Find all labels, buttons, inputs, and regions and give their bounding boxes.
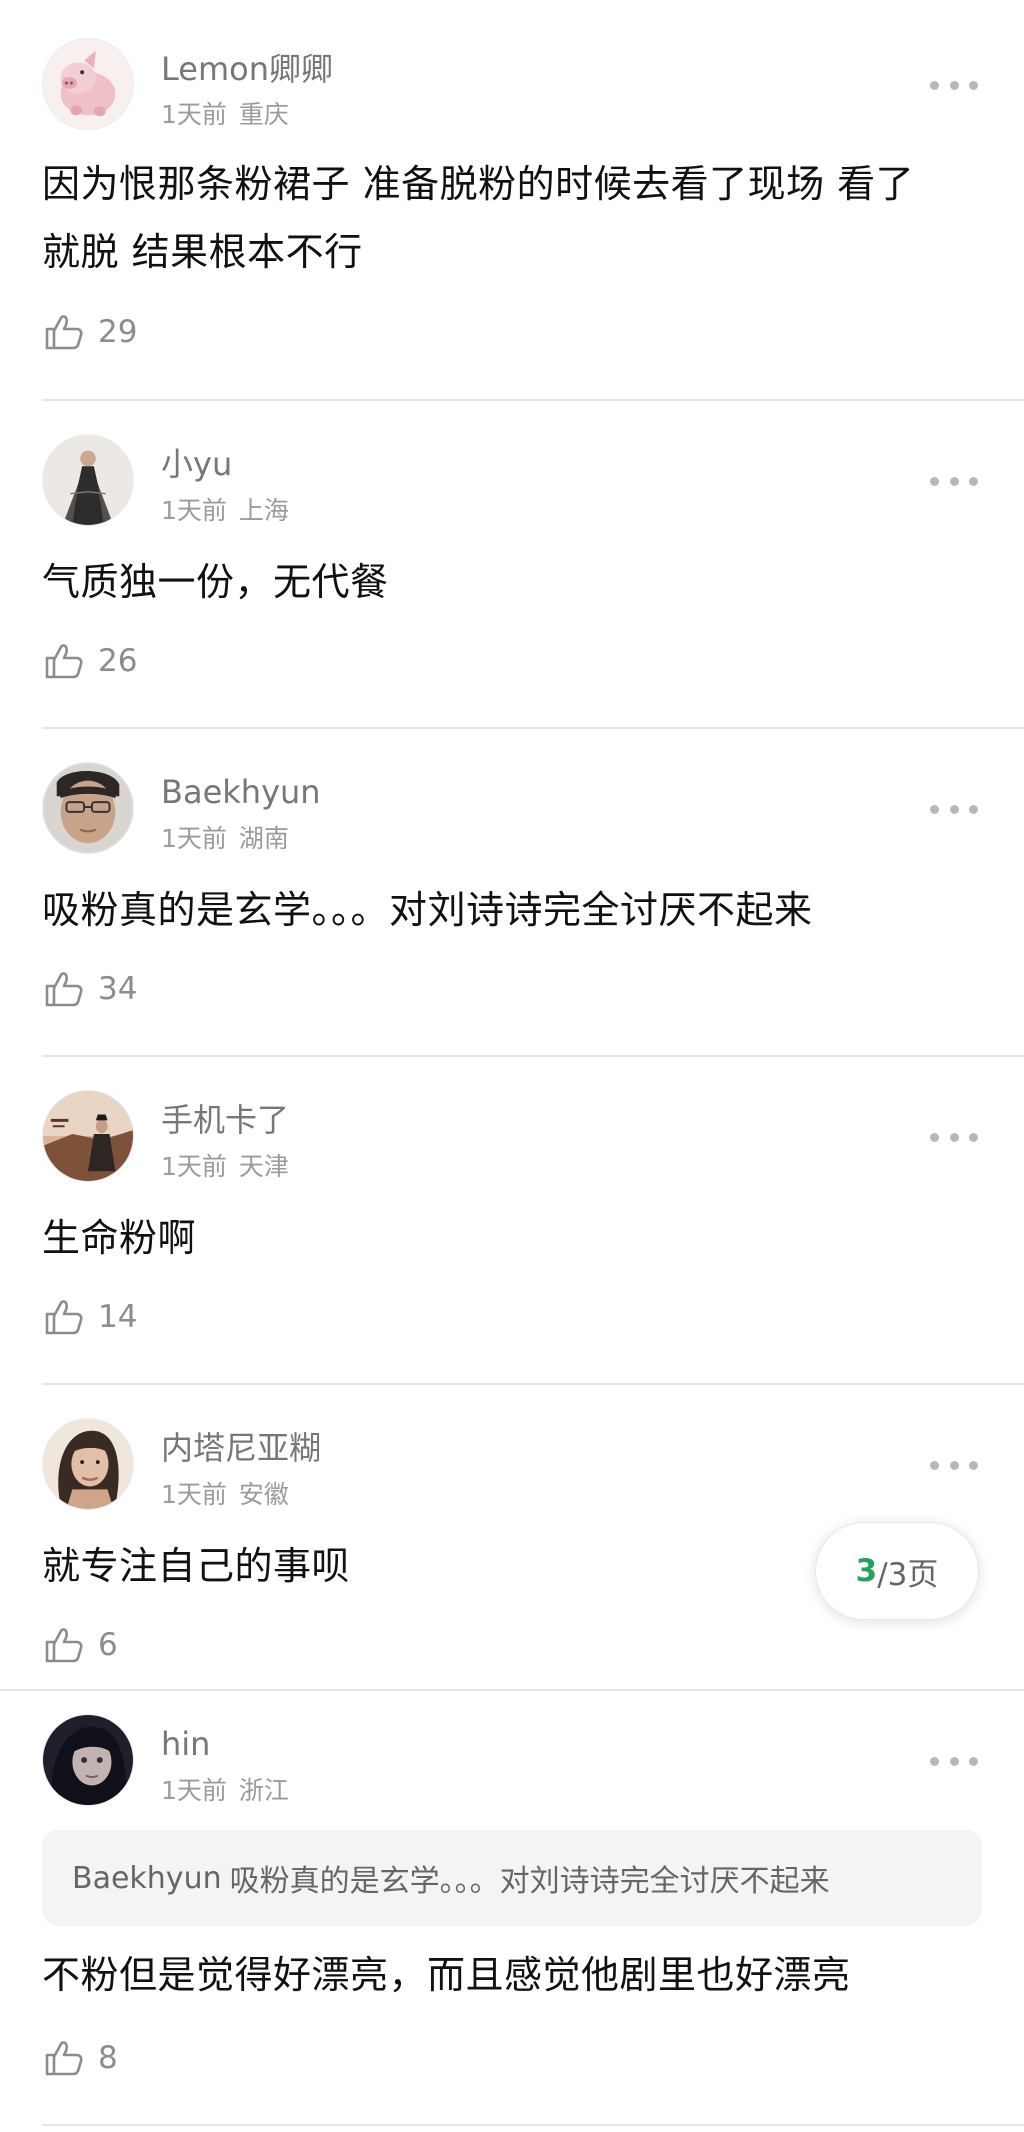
timestamp: 1天前 xyxy=(161,1480,227,1509)
comment-meta: 1天前 上海 xyxy=(161,495,289,527)
comment-text: 不粉但是觉得好漂亮，而且感觉他剧里也好漂亮 xyxy=(42,1941,970,2009)
like-count: 34 xyxy=(98,971,138,1007)
pink-pig-avatar xyxy=(43,39,133,129)
drama-still-avatar xyxy=(43,1091,133,1181)
like-button[interactable]: 34 xyxy=(42,965,137,1013)
timestamp: 1天前 xyxy=(161,1776,227,1805)
location: 上海 xyxy=(238,496,289,525)
location: 重庆 xyxy=(238,100,289,129)
more-options-icon[interactable] xyxy=(930,471,978,491)
dark-portrait-avatar xyxy=(43,1715,133,1805)
man-portrait-avatar xyxy=(43,763,133,853)
comment-item: Baekhyun 1天前 湖南 吸粉真的是玄学。。。对刘诗诗完全讨厌不起来 34 xyxy=(0,728,1024,1057)
comment-meta: 1天前 湖南 xyxy=(161,823,289,855)
timestamp: 1天前 xyxy=(161,824,227,853)
like-button[interactable]: 29 xyxy=(42,308,137,356)
avatar[interactable] xyxy=(42,762,134,854)
quoted-author: Baekhyun xyxy=(72,1860,222,1896)
avatar[interactable] xyxy=(42,38,134,130)
like-button[interactable]: 6 xyxy=(42,1621,118,1669)
thumbs-up-icon xyxy=(45,1300,83,1335)
comment-item: hin 1天前 浙江 Baekhyun 吸粉真的是玄学。。。对刘诗诗完全讨厌不起来… xyxy=(0,1690,1024,2132)
page-total: /3页 xyxy=(877,1556,939,1593)
comment-meta: 1天前 浙江 xyxy=(161,1775,289,1807)
comment-text: 气质独一份，无代餐 xyxy=(42,548,970,616)
current-page: 3 xyxy=(855,1553,878,1589)
comment-text-line: 就脱 结果根本不行 xyxy=(42,230,363,274)
more-options-icon[interactable] xyxy=(930,75,978,95)
comment-text-line: 生命粉啊 xyxy=(42,1216,197,1260)
thumbs-up-icon xyxy=(45,644,83,679)
comment-item: 小yu 1天前 上海 气质独一份，无代餐 26 xyxy=(0,400,1024,729)
like-count: 29 xyxy=(98,314,138,350)
location: 安徽 xyxy=(238,1480,289,1509)
thumbs-up-icon xyxy=(45,1628,83,1663)
comment-text-line: 气质独一份，无代餐 xyxy=(42,560,389,604)
timestamp: 1天前 xyxy=(161,1152,227,1181)
username[interactable]: Lemon卿卿 xyxy=(161,49,333,89)
like-button[interactable]: 26 xyxy=(42,637,137,685)
comment-text: 因为恨那条粉裙子 准备脱粉的时候去看了现场 看了 就脱 结果根本不行 xyxy=(42,150,970,286)
timestamp: 1天前 xyxy=(161,496,227,525)
like-button[interactable]: 14 xyxy=(42,1293,137,1341)
comment-text-line: 不粉但是觉得好漂亮，而且感觉他剧里也好漂亮 xyxy=(42,1953,851,1997)
location: 天津 xyxy=(238,1152,289,1181)
comment-meta: 1天前 天津 xyxy=(161,1151,289,1183)
more-options-icon[interactable] xyxy=(930,799,978,819)
avatar[interactable] xyxy=(42,434,134,526)
comment-feed: Lemon卿卿 1天前 重庆 因为恨那条粉裙子 准备脱粉的时候去看了现场 看了 就… xyxy=(0,0,1024,2132)
woman-portrait-avatar xyxy=(43,1419,133,1509)
comment-item: Lemon卿卿 1天前 重庆 因为恨那条粉裙子 准备脱粉的时候去看了现场 看了 就… xyxy=(0,0,1024,401)
comment-text: 吸粉真的是玄学。。。对刘诗诗完全讨厌不起来 xyxy=(42,876,970,944)
like-count: 26 xyxy=(98,643,138,679)
location: 浙江 xyxy=(238,1776,289,1805)
username[interactable]: Baekhyun xyxy=(161,772,321,812)
divider xyxy=(42,2124,1024,2126)
thumbs-up-icon xyxy=(45,2041,83,2076)
timestamp: 1天前 xyxy=(161,100,227,129)
more-options-icon[interactable] xyxy=(930,1751,978,1771)
page-indicator-button[interactable]: 3/3页 xyxy=(815,1522,979,1620)
comment-item: 手机卡了 1天前 天津 生命粉啊 14 xyxy=(0,1056,1024,1385)
username[interactable]: 内塔尼亚糊 xyxy=(161,1428,321,1468)
quoted-reply[interactable]: Baekhyun 吸粉真的是玄学。。。对刘诗诗完全讨厌不起来 xyxy=(42,1830,982,1926)
thumbs-up-icon xyxy=(45,315,83,350)
like-count: 8 xyxy=(98,2040,118,2076)
comment-text: 生命粉啊 xyxy=(42,1204,970,1272)
comment-meta: 1天前 安徽 xyxy=(161,1479,289,1511)
comment-text-line: 因为恨那条粉裙子 准备脱粉的时候去看了现场 看了 xyxy=(42,162,915,206)
quoted-text: 吸粉真的是玄学。。。对刘诗诗完全讨厌不起来 xyxy=(229,1864,830,1899)
thumbs-up-icon xyxy=(45,972,83,1007)
location: 湖南 xyxy=(238,824,289,853)
gown-portrait-avatar xyxy=(43,435,133,525)
more-options-icon[interactable] xyxy=(930,1455,978,1475)
avatar[interactable] xyxy=(42,1418,134,1510)
username[interactable]: 手机卡了 xyxy=(161,1100,289,1140)
comment-meta: 1天前 重庆 xyxy=(161,99,289,131)
more-options-icon[interactable] xyxy=(930,1127,978,1147)
like-count: 6 xyxy=(98,1627,118,1663)
avatar[interactable] xyxy=(42,1714,134,1806)
username[interactable]: 小yu xyxy=(161,444,232,484)
comment-text-line: 吸粉真的是玄学。。。对刘诗诗完全讨厌不起来 xyxy=(42,888,813,932)
username[interactable]: hin xyxy=(161,1724,210,1764)
like-button[interactable]: 8 xyxy=(42,2034,118,2082)
like-count: 14 xyxy=(98,1299,138,1335)
avatar[interactable] xyxy=(42,1090,134,1182)
